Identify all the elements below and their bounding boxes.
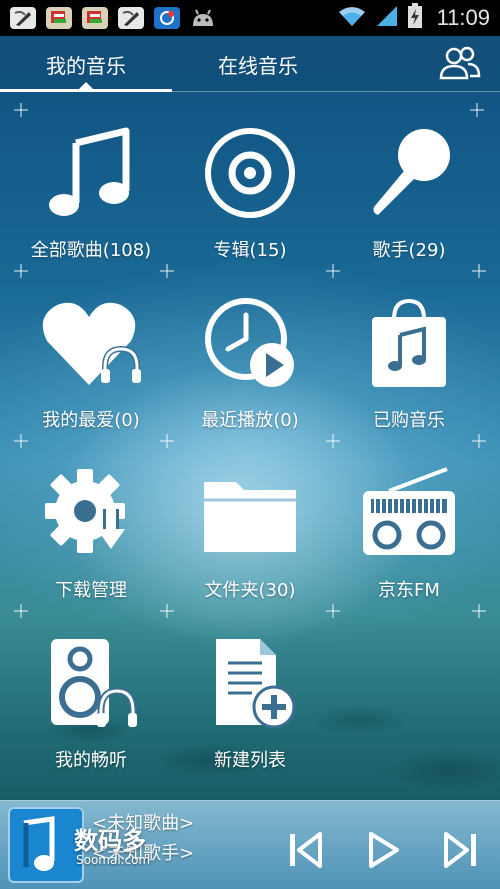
music-note-icon xyxy=(49,127,130,216)
play-button[interactable] xyxy=(360,827,406,873)
grid-item-downloads[interactable]: 下载管理 xyxy=(8,440,174,610)
grid-item-purchased[interactable]: 已购音乐 xyxy=(326,270,492,440)
tab-label: 我的音乐 xyxy=(46,53,126,78)
grid-item-label: 我的最爱(0) xyxy=(42,410,140,431)
grid-item-new-list[interactable]: 新建列表 xyxy=(167,610,333,780)
next-icon xyxy=(444,832,476,868)
grid-item-label: 最近播放(0) xyxy=(201,410,299,431)
grid-item-artists[interactable]: 歌手(29) xyxy=(326,100,492,270)
note-icon xyxy=(46,7,72,29)
clock-play-icon xyxy=(205,298,294,387)
watermark: 数码多 Soomal.com xyxy=(74,821,150,867)
grid-item-label: 我的畅听 xyxy=(55,750,127,771)
music-note-icon xyxy=(23,816,55,871)
disc-icon xyxy=(205,128,295,218)
tab-caret xyxy=(78,82,94,90)
grid-item-label: 文件夹(30) xyxy=(204,580,296,601)
mini-player[interactable]: <未知歌曲> <未知歌手> 数码多 Soomal.com xyxy=(0,800,500,889)
status-bar: 11:09 xyxy=(0,0,500,36)
tab-label: 在线音乐 xyxy=(218,53,298,78)
note-icon xyxy=(118,7,144,29)
grid-item-label: 歌手(29) xyxy=(372,240,446,261)
note-icon xyxy=(10,7,36,29)
grid-item-my-listening[interactable]: 我的畅听 xyxy=(8,610,174,780)
library-grid: 全部歌曲(108) 专辑(15) 歌手(29) 我的最爱(0) 最近播放(0) … xyxy=(0,100,500,780)
wifi-icon xyxy=(337,4,367,32)
album-art[interactable] xyxy=(8,807,84,883)
play-icon xyxy=(369,832,399,868)
new-list-icon xyxy=(216,639,296,729)
tab-bar: 我的音乐 在线音乐 xyxy=(0,36,500,92)
grid-item-label: 下载管理 xyxy=(55,580,127,601)
watermark-url: Soomal.com xyxy=(76,853,151,867)
grid-item-favorites[interactable]: 我的最爱(0) xyxy=(8,270,174,440)
previous-icon xyxy=(290,832,322,868)
grid-item-label: 全部歌曲(108) xyxy=(30,240,152,261)
grid-item-label: 已购音乐 xyxy=(373,410,445,431)
android-icon xyxy=(190,7,216,29)
grid-item-jd-fm[interactable]: 京东FM xyxy=(326,440,492,610)
radio-icon xyxy=(363,467,455,555)
speaker-headphones-icon xyxy=(51,639,137,727)
shopping-bag-music-icon xyxy=(372,298,446,387)
grid-item-label: 新建列表 xyxy=(214,750,286,771)
signal-icon xyxy=(375,4,399,32)
gear-download-icon xyxy=(45,469,125,553)
grid-item-albums[interactable]: 专辑(15) xyxy=(167,100,333,270)
friends-icon xyxy=(439,46,481,80)
next-button[interactable] xyxy=(438,827,484,873)
watermark-text: 数码多 xyxy=(74,827,146,855)
folder-icon xyxy=(204,482,296,552)
tab-online-music[interactable]: 在线音乐 xyxy=(172,36,344,92)
grid-item-label: 京东FM xyxy=(378,580,440,601)
clock-time: 11:09 xyxy=(436,5,490,30)
microphone-icon xyxy=(373,129,450,215)
friends-button[interactable] xyxy=(438,44,482,84)
note-icon xyxy=(82,7,108,29)
grid-item-recent[interactable]: 最近播放(0) xyxy=(167,270,333,440)
battery-charging-icon xyxy=(407,3,423,33)
grid-item-label: 专辑(15) xyxy=(213,240,287,261)
grid-item-folders[interactable]: 文件夹(30) xyxy=(167,440,333,610)
grid-item-all-songs[interactable]: 全部歌曲(108) xyxy=(8,100,174,270)
app-icon xyxy=(154,7,180,29)
previous-button[interactable] xyxy=(282,827,328,873)
heart-headphones-icon xyxy=(42,302,141,385)
